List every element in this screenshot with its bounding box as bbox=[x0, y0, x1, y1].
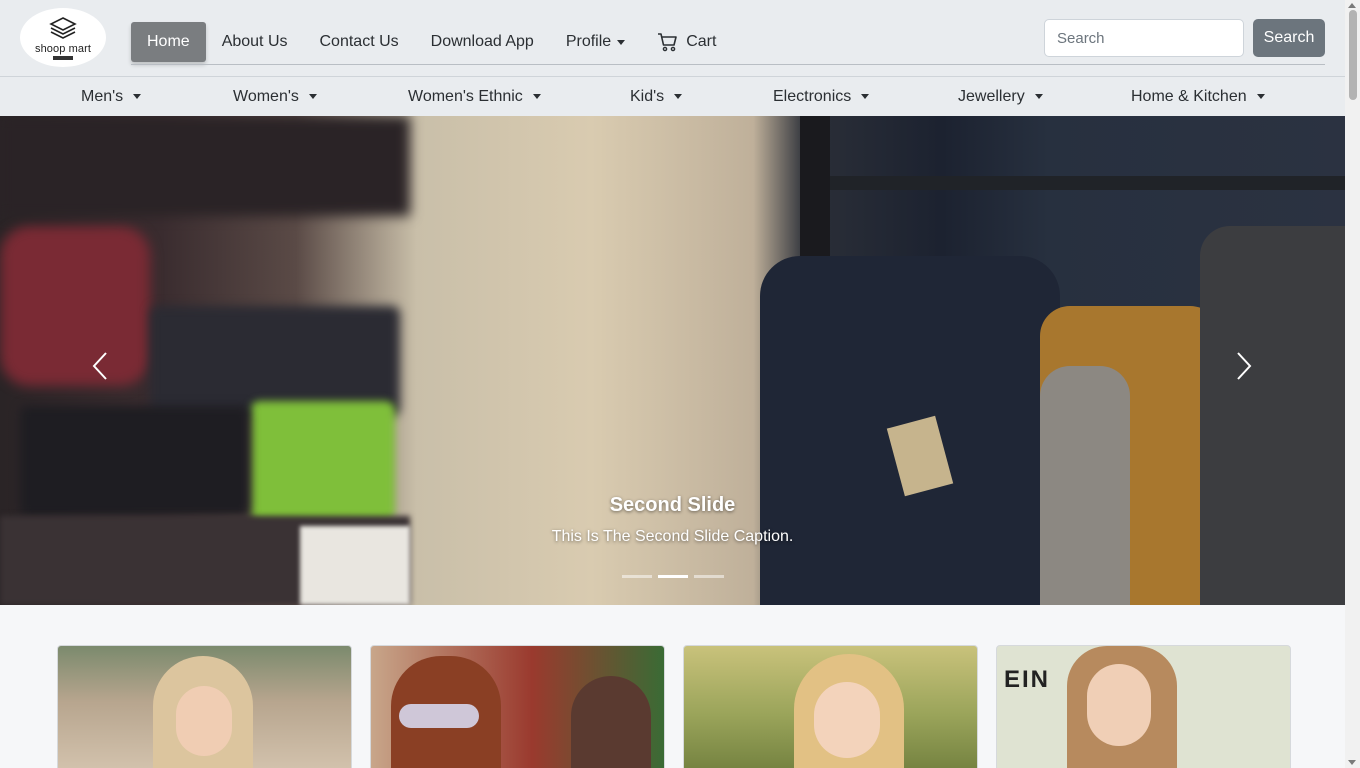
scroll-up-arrow-icon[interactable] bbox=[1348, 3, 1356, 8]
carousel-indicator-2[interactable] bbox=[658, 575, 688, 578]
nav-profile-label: Profile bbox=[565, 33, 612, 50]
carousel-next-button[interactable] bbox=[1224, 346, 1264, 386]
category-kids[interactable]: Kid's bbox=[630, 77, 683, 116]
category-womens-ethnic[interactable]: Women's Ethnic bbox=[408, 77, 541, 116]
search-button[interactable]: Search bbox=[1253, 19, 1325, 57]
category-label: Women's bbox=[233, 88, 299, 105]
category-label: Women's Ethnic bbox=[408, 88, 523, 105]
scroll-thumb[interactable] bbox=[1349, 10, 1357, 100]
category-bar: Men's Women's Women's Ethnic Kid's Elect… bbox=[0, 77, 1345, 116]
nav-divider bbox=[131, 64, 1325, 65]
chevron-left-icon bbox=[92, 352, 107, 380]
nav-cart-label: Cart bbox=[686, 33, 717, 50]
main-nav: Home About Us Contact Us Download App Pr… bbox=[131, 22, 732, 62]
nav-contact-us[interactable]: Contact Us bbox=[304, 22, 415, 62]
chevron-down-icon bbox=[1034, 94, 1043, 99]
chevron-down-icon bbox=[674, 94, 683, 99]
chevron-right-icon bbox=[1237, 352, 1252, 380]
nav-home[interactable]: Home bbox=[131, 22, 206, 62]
product-card-1[interactable] bbox=[57, 645, 352, 768]
product-cards: EIN bbox=[57, 645, 1291, 768]
chevron-down-icon bbox=[1256, 94, 1265, 99]
nav-profile-dropdown[interactable]: Profile bbox=[550, 22, 641, 62]
nav-cart[interactable]: Cart bbox=[641, 22, 732, 62]
brand-name: shoop mart bbox=[34, 42, 92, 55]
chevron-down-icon bbox=[532, 94, 541, 99]
search-input[interactable] bbox=[1044, 19, 1244, 57]
top-navbar: shoop mart Home About Us Contact Us Down… bbox=[0, 0, 1345, 77]
carousel-title: Second Slide bbox=[609, 494, 736, 516]
product-card-4[interactable]: EIN bbox=[996, 645, 1291, 768]
page-scrollbar[interactable] bbox=[1345, 0, 1360, 768]
cart-icon bbox=[658, 33, 677, 52]
category-womens[interactable]: Women's bbox=[233, 77, 317, 116]
product-card-2[interactable] bbox=[370, 645, 665, 768]
category-jewellery[interactable]: Jewellery bbox=[958, 77, 1043, 116]
product-card-3[interactable] bbox=[683, 645, 978, 768]
category-label: Men's bbox=[81, 88, 124, 105]
nav-download-app[interactable]: Download App bbox=[415, 22, 550, 62]
brand-logo[interactable]: shoop mart bbox=[20, 8, 106, 67]
scroll-down-arrow-icon[interactable] bbox=[1348, 760, 1356, 765]
category-home-kitchen[interactable]: Home & Kitchen bbox=[1131, 77, 1265, 116]
carousel-indicator-1[interactable] bbox=[622, 575, 652, 578]
carousel-prev-button[interactable] bbox=[80, 346, 120, 386]
category-label: Kid's bbox=[630, 88, 665, 105]
category-electronics[interactable]: Electronics bbox=[773, 77, 870, 116]
category-mens[interactable]: Men's bbox=[81, 77, 142, 116]
diamond-layers-icon bbox=[49, 16, 77, 39]
chevron-down-icon bbox=[308, 94, 317, 99]
category-label: Electronics bbox=[773, 88, 852, 105]
product-card-brand-text: EIN bbox=[1004, 666, 1051, 693]
hero-carousel: Second Slide This Is The Second Slide Ca… bbox=[0, 116, 1345, 605]
carousel-indicators bbox=[622, 575, 724, 578]
nav-about-us[interactable]: About Us bbox=[206, 22, 304, 62]
chevron-down-icon bbox=[861, 94, 870, 99]
category-label: Jewellery bbox=[958, 88, 1025, 105]
category-label: Home & Kitchen bbox=[1131, 88, 1247, 105]
chevron-down-icon bbox=[617, 39, 626, 45]
chevron-down-icon bbox=[133, 94, 142, 99]
carousel-caption: This Is The Second Slide Caption. bbox=[551, 528, 794, 545]
brand-tagline-bar bbox=[53, 55, 73, 60]
carousel-indicator-3[interactable] bbox=[694, 575, 724, 578]
